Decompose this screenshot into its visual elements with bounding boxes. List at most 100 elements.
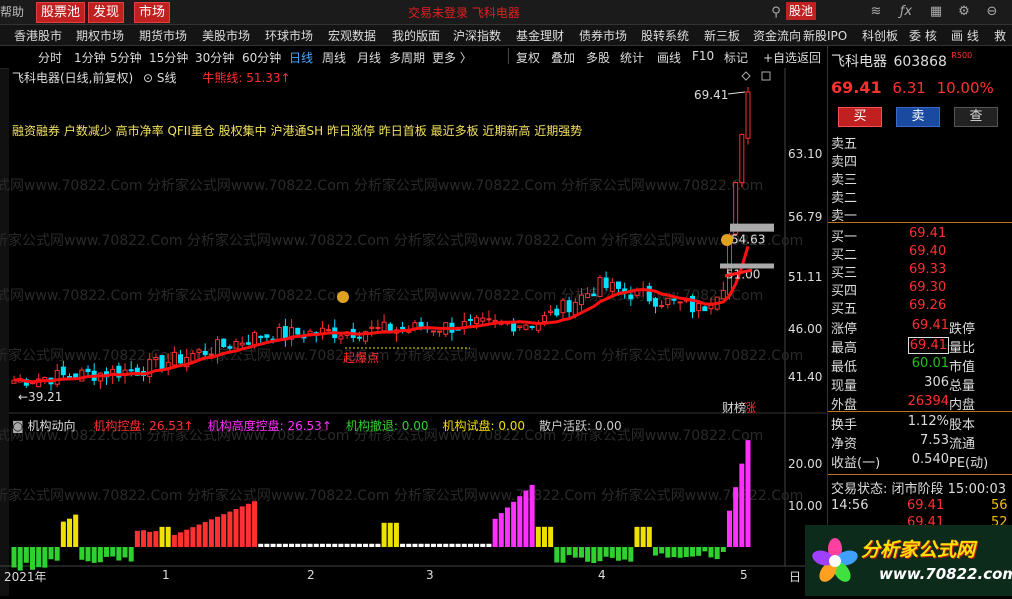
market-nav-item-17[interactable]: 救: [994, 27, 1006, 44]
market-nav-item-16[interactable]: 画 线: [951, 27, 979, 44]
indicator-bar: [585, 547, 591, 562]
candle-body: [566, 300, 572, 313]
ask-level-3[interactable]: 卖二: [831, 187, 857, 206]
candle-body: [467, 318, 473, 321]
tick-row-0: 14:56 69.41 56: [831, 498, 1008, 513]
price-tick-0: 63.10: [788, 147, 823, 161]
fx-icon[interactable]: ƒx: [898, 4, 914, 20]
money-bag-icon[interactable]: [721, 234, 733, 246]
candle-body: [437, 330, 443, 333]
bid-level-2[interactable]: 买三 69.33: [831, 262, 946, 281]
minimize-icon[interactable]: ⊖: [984, 4, 1000, 20]
concept-tags[interactable]: 融资融券 户数减少 高市净率 QFII重仓 股权集中 沪港通SH 昨日涨停 昨日…: [12, 122, 582, 139]
bang-label[interactable]: 财榜: [722, 400, 746, 415]
candle-body: [208, 353, 214, 356]
candle-body: [233, 340, 239, 349]
candle-body: [560, 299, 566, 314]
gear-icon[interactable]: ⚙: [956, 4, 972, 20]
indicator-bar: [733, 487, 739, 547]
indicator-tick-0: 20.00: [788, 457, 823, 471]
ask-level-0[interactable]: 卖五: [831, 133, 857, 152]
last-price: 69.41: [831, 78, 882, 97]
indicator-bar: [239, 506, 245, 547]
x-month-4: 5: [740, 568, 748, 582]
indicator-values: 机构控盘: 26.53↑ 机构高度控盘: 26.53↑ 机构撤退: 0.00 机构试盘…: [93, 419, 635, 433]
candle-body: [628, 294, 634, 300]
indicator-bar: [11, 547, 17, 568]
candle-body: [159, 355, 165, 370]
candle-body: [430, 330, 436, 333]
candle-body: [85, 368, 91, 373]
candle-body: [720, 290, 726, 300]
high-price-label: 69.41: [694, 88, 728, 102]
indicator-bar: [443, 543, 449, 547]
indicator-settings-icon[interactable]: ◙: [12, 419, 24, 433]
indicator-header: ◙ 机构动向 机构控盘: 26.53↑ 机构高度控盘: 26.53↑ 机构撤退: 0…: [12, 417, 636, 434]
indicator-bar: [597, 547, 603, 562]
s-line-toggle[interactable]: ⊙ S线: [143, 71, 177, 85]
candle-body: [609, 281, 615, 292]
stock-name: 飞科电器: [831, 54, 887, 70]
zhang-label[interactable]: 涨: [744, 400, 756, 415]
indicator-bar: [677, 547, 683, 558]
watermark-text: 分析家公式网www.70822.Com 分析家公式网www.70822.Com …: [0, 232, 803, 249]
candle-body: [474, 317, 480, 325]
indicator-bar: [622, 547, 628, 560]
indicator-bar: [548, 526, 554, 547]
indicator-bar: [671, 547, 677, 558]
ask-level-1[interactable]: 卖四: [831, 151, 857, 170]
indicator-bar: [683, 547, 689, 558]
indicator-bar: [221, 514, 227, 547]
query-button[interactable]: 查: [954, 107, 998, 127]
indicator-bar: [474, 543, 480, 547]
x-month-0: 1: [162, 568, 170, 582]
indicator-bar: [282, 543, 288, 547]
r500-badge: R500: [951, 51, 973, 60]
candle-body: [276, 327, 282, 341]
sell-button[interactable]: 卖: [896, 107, 940, 127]
candle-body: [659, 305, 665, 308]
buy-button[interactable]: 买: [838, 107, 882, 127]
indicator-bar: [190, 527, 196, 547]
price-tick-1: 56.79: [788, 210, 823, 224]
indicator-bar: [73, 514, 79, 547]
logo-url: www.70822.com: [879, 565, 1012, 583]
candle-body: [171, 351, 177, 366]
kline-chart[interactable]: 分析家公式网www.70822.Com 分析家公式网www.70822.Com …: [0, 0, 826, 596]
indicator-bar: [369, 543, 375, 547]
watermark-text: 分析家公式网www.70822.Com 分析家公式网www.70822.Com …: [0, 177, 763, 194]
candle-body: [677, 301, 683, 304]
market-nav-item-14[interactable]: 科创板: [862, 27, 898, 44]
money-bag-icon[interactable]: [337, 291, 349, 303]
indicator-bar: [153, 531, 159, 547]
chart-bg: [9, 68, 826, 596]
candle-body: [739, 133, 745, 184]
logo-title: 分析家公式网: [861, 539, 976, 561]
indicator-bar: [603, 547, 609, 557]
market-nav-item-15[interactable]: 委 核: [909, 27, 937, 44]
indicator-bar: [60, 521, 66, 547]
indicator-bar: [178, 532, 184, 547]
indicator-bar: [301, 543, 307, 547]
layers-icon[interactable]: ≋: [868, 4, 884, 20]
candle-body: [591, 293, 597, 297]
indicator-bar: [708, 547, 714, 558]
indicator-bar: [745, 440, 751, 547]
indicator-bar: [560, 547, 566, 563]
bid-level-1[interactable]: 买二 69.40: [831, 244, 946, 263]
indicator-bar: [634, 526, 640, 547]
indicator-bar: [30, 547, 36, 570]
ask-level-2[interactable]: 卖三: [831, 169, 857, 188]
indicator-name[interactable]: 机构动向: [27, 419, 75, 433]
trade-status: 交易状态: 闭市阶段 15:00:03: [831, 482, 1007, 497]
stats-divider: [828, 411, 1012, 412]
bid-level-0[interactable]: 买一 69.41: [831, 226, 946, 245]
bid-level-4[interactable]: 买五 69.26: [831, 298, 946, 317]
grid-icon[interactable]: ▦: [928, 4, 944, 20]
indicator-bar: [498, 513, 504, 547]
indicator-bar: [307, 543, 313, 547]
bid-level-3[interactable]: 买四 69.30: [831, 280, 946, 299]
x-month-1: 2: [307, 568, 315, 582]
indicator-bar: [461, 543, 467, 547]
indicator-bar: [696, 547, 702, 556]
